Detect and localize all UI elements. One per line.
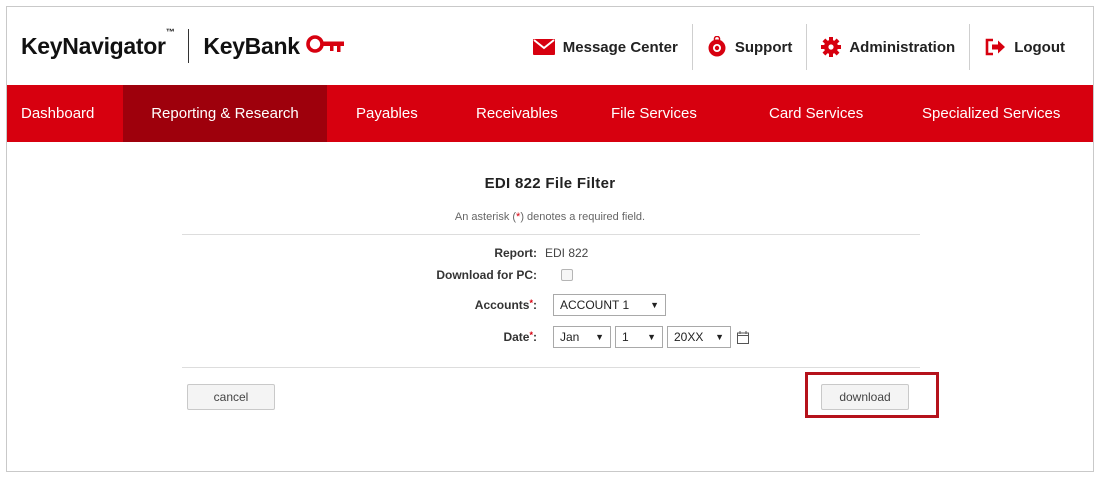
nav-dashboard-label: Dashboard [21,105,95,122]
key-logo-icon [305,33,346,60]
brand-divider [188,29,190,63]
date-label: Date*: [503,330,537,344]
dropdown-arrow-icon: ▼ [650,300,659,310]
divider [182,234,920,235]
report-value: EDI 822 [545,246,589,260]
brand-logo[interactable]: KeyNavigator™ KeyBank [21,26,346,63]
date-day-value: 1 [622,330,629,344]
nav-reporting-research[interactable]: Reporting & Research [123,85,327,142]
gear-icon [821,37,842,57]
support-link[interactable]: Support [693,21,807,73]
main-nav: Dashboard Reporting & Research Payables … [7,85,1093,142]
message-center-link[interactable]: Message Center [519,21,692,73]
product-name: KeyNavigator™ [21,26,175,59]
download-pc-checkbox[interactable] [561,269,573,281]
date-year-value: 20XX [674,330,704,344]
calendar-icon[interactable] [737,330,749,344]
envelope-icon [532,39,555,55]
logout-label: Logout [1014,38,1065,56]
nav-receivables[interactable]: Receivables [442,85,577,142]
cancel-button[interactable]: cancel [187,384,275,410]
administration-link[interactable]: Administration [807,21,969,73]
logout-icon [984,38,1006,56]
top-nav: Message Center Support Administration Lo… [519,21,1079,73]
accounts-select[interactable]: ACCOUNT 1 ▼ [553,294,666,316]
download-pc-label: Download for PC: [436,268,537,282]
accounts-row: Accounts*: ACCOUNT 1 ▼ [397,294,670,316]
accounts-label: Accounts*: [474,298,537,312]
administration-label: Administration [849,38,956,56]
nav-reporting-research-label: Reporting & Research [151,105,299,122]
nav-file-services-label: File Services [611,105,697,122]
header: KeyNavigator™ KeyBank Message Center Sup… [7,7,1093,85]
nav-receivables-label: Receivables [476,105,558,122]
lifebuoy-icon [707,36,727,58]
app-window: KeyNavigator™ KeyBank Message Center Sup… [6,6,1094,472]
bank-name: KeyBank [203,32,300,59]
report-row: Report: EDI 822 [397,246,588,260]
message-center-label: Message Center [562,38,678,56]
nav-payables-label: Payables [356,105,418,122]
date-row: Date*: Jan ▼ 1 ▼ 20XX ▼ [397,326,749,348]
date-day-select[interactable]: 1 ▼ [615,326,663,348]
nav-dashboard[interactable]: Dashboard [7,85,123,142]
date-month-value: Jan [560,330,580,344]
report-label: Report: [494,246,537,260]
nav-specialized-services[interactable]: Specialized Services [895,85,1085,142]
date-year-select[interactable]: 20XX ▼ [667,326,731,348]
download-pc-row: Download for PC: [397,268,573,282]
nav-card-services-label: Card Services [769,105,864,122]
support-label: Support [734,38,793,56]
dropdown-arrow-icon: ▼ [715,332,724,342]
nav-payables[interactable]: Payables [327,85,442,142]
page-title: EDI 822 File Filter [484,175,616,192]
nav-file-services[interactable]: File Services [577,85,741,142]
nav-specialized-services-label: Specialized Services [922,105,1061,122]
nav-card-services[interactable]: Card Services [741,85,895,142]
dropdown-arrow-icon: ▼ [647,332,656,342]
download-button[interactable]: download [821,384,909,410]
dropdown-arrow-icon: ▼ [595,332,604,342]
logout-link[interactable]: Logout [970,21,1079,73]
divider [182,367,920,368]
required-note: An asterisk (*) denotes a required field… [454,211,646,223]
file-filter-form: EDI 822 File Filter An asterisk (*) deno… [7,142,1093,471]
date-month-select[interactable]: Jan ▼ [553,326,611,348]
accounts-select-value: ACCOUNT 1 [560,298,630,312]
